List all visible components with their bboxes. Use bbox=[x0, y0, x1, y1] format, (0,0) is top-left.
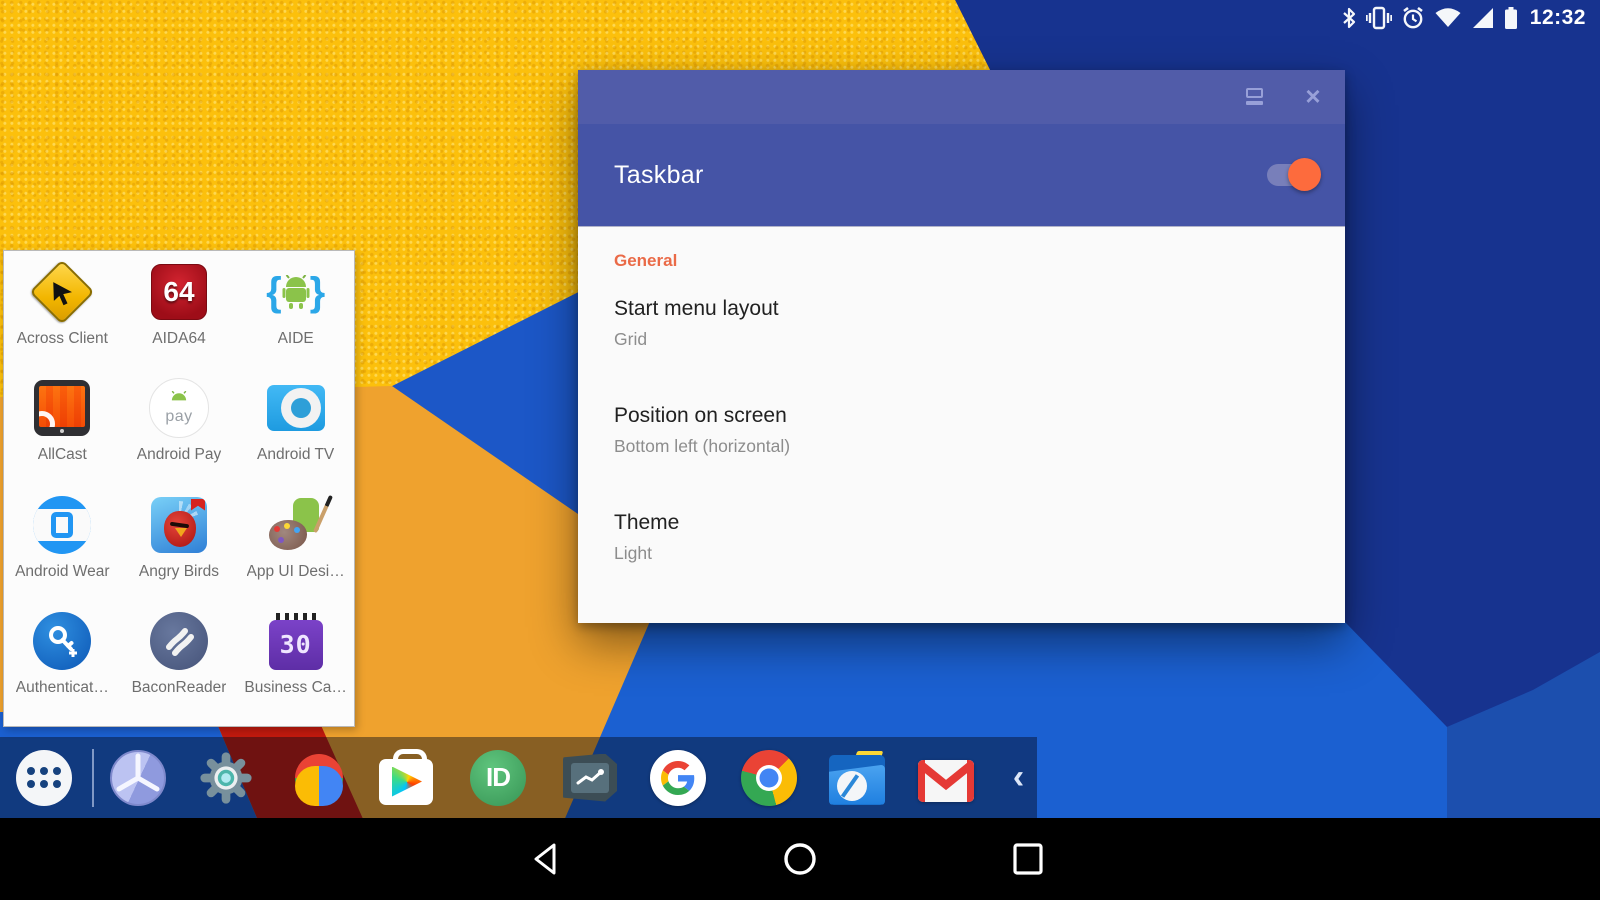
recents-button[interactable] bbox=[1010, 841, 1046, 877]
app-android-wear[interactable]: Android Wear bbox=[4, 494, 121, 608]
wifi-icon bbox=[1434, 6, 1462, 30]
taskbar-service-toggle[interactable] bbox=[1267, 164, 1317, 186]
pref-value: Bottom left (horizontal) bbox=[614, 436, 790, 457]
angry-birds-icon bbox=[151, 497, 207, 553]
pushbullet-icon: ID bbox=[470, 750, 526, 806]
start-button[interactable] bbox=[16, 750, 72, 806]
taskbar-divider bbox=[92, 749, 94, 807]
chrome-icon bbox=[741, 750, 797, 806]
business-calendar-icon: 30 bbox=[269, 620, 323, 670]
section-header-general: General bbox=[614, 251, 677, 271]
android-pay-icon: pay bbox=[149, 378, 209, 438]
pref-theme[interactable]: Theme Light bbox=[614, 511, 679, 564]
taskbar-app-gmail[interactable] bbox=[918, 750, 974, 806]
brace-right: } bbox=[310, 272, 326, 312]
app-android-pay[interactable]: pay Android Pay bbox=[121, 377, 238, 491]
calendar-date: 30 bbox=[280, 630, 312, 659]
signal-icon bbox=[1471, 6, 1495, 30]
app-label: Business Ca… bbox=[244, 679, 347, 697]
toggle-thumb bbox=[1288, 158, 1321, 191]
app-angry-birds[interactable]: Angry Birds bbox=[121, 494, 238, 608]
brace-left: { bbox=[266, 272, 282, 312]
app-allcast[interactable]: AllCast bbox=[4, 377, 121, 491]
app-aida64[interactable]: 64 AIDA64 bbox=[121, 261, 238, 375]
app-android-tv[interactable]: Android TV bbox=[237, 377, 354, 491]
app-label: AIDA64 bbox=[152, 330, 205, 348]
aida64-icon: 64 bbox=[151, 264, 207, 320]
page-title: Taskbar bbox=[614, 161, 704, 190]
google-photos-icon bbox=[291, 750, 347, 806]
android-robot bbox=[282, 275, 310, 309]
android-tv-icon bbox=[267, 385, 325, 431]
taskbar-collapse-button[interactable]: ‹ bbox=[1000, 737, 1037, 818]
taskbar-app-photos[interactable] bbox=[291, 750, 347, 806]
app-label: Across Client bbox=[17, 330, 108, 348]
start-menu-app-grid: Across Client 64 AIDA64 { } AIDE AllCast bbox=[3, 250, 355, 727]
taskbar-app-google[interactable] bbox=[650, 750, 706, 806]
app-authenticator[interactable]: Authenticat… bbox=[4, 610, 121, 724]
baconreader-icon bbox=[150, 612, 208, 670]
app-label: Android Pay bbox=[137, 446, 221, 464]
android-wear-icon bbox=[33, 496, 91, 554]
pref-position-on-screen[interactable]: Position on screen Bottom left (horizont… bbox=[614, 404, 790, 457]
window-toolbar: Taskbar bbox=[578, 124, 1345, 226]
app-label: Android TV bbox=[257, 446, 334, 464]
aide-icon: { } bbox=[266, 272, 325, 312]
taskbar-app-play-store[interactable] bbox=[378, 750, 434, 806]
app-label: AllCast bbox=[38, 446, 87, 464]
window-caption-bar[interactable]: × bbox=[578, 70, 1345, 124]
app-label: Android Wear bbox=[15, 563, 109, 581]
pref-title: Theme bbox=[614, 511, 679, 535]
alarm-icon bbox=[1401, 6, 1425, 30]
app-aide[interactable]: { } AIDE bbox=[237, 261, 354, 375]
taskbar-app-pushbullet[interactable]: ID bbox=[470, 750, 526, 806]
status-bar: 12:32 bbox=[1341, 0, 1586, 36]
gmail-icon bbox=[918, 760, 974, 802]
app-label: BaconReader bbox=[132, 679, 227, 697]
restore-window-icon[interactable] bbox=[1245, 87, 1265, 107]
app-grid-icon bbox=[16, 750, 72, 806]
play-store-icon bbox=[379, 759, 433, 805]
taskbar-app-chrome[interactable] bbox=[741, 750, 797, 806]
google-g-icon bbox=[650, 750, 706, 806]
authenticator-icon bbox=[33, 612, 91, 670]
allcast-icon bbox=[34, 380, 90, 436]
app-label: Authenticat… bbox=[16, 679, 109, 697]
app-app-ui-designer[interactable]: App UI Desi… bbox=[237, 494, 354, 608]
across-client-icon bbox=[30, 259, 95, 324]
bluetooth-icon bbox=[1341, 6, 1357, 30]
app-label: App UI Desi… bbox=[247, 563, 345, 581]
taskbar: ID bbox=[0, 737, 1000, 818]
pref-value: Grid bbox=[614, 329, 779, 350]
app-ui-designer-icon bbox=[265, 494, 327, 556]
taskbar-app-google-trends[interactable] bbox=[562, 750, 618, 806]
app-across-client[interactable]: Across Client bbox=[4, 261, 121, 375]
taskbar-settings-window: × Taskbar General Start menu layout Grid… bbox=[578, 70, 1345, 623]
pref-start-menu-layout[interactable]: Start menu layout Grid bbox=[614, 297, 779, 350]
taskbar-app-settings[interactable] bbox=[198, 750, 254, 806]
app-label: Angry Birds bbox=[139, 563, 219, 581]
app-baconreader[interactable]: BaconReader bbox=[121, 610, 238, 724]
taskbar-app-clock[interactable] bbox=[110, 750, 166, 806]
home-button[interactable] bbox=[782, 841, 818, 877]
pref-title: Position on screen bbox=[614, 404, 790, 428]
app-label: AIDE bbox=[278, 330, 314, 348]
chevron-left-icon: ‹ bbox=[1013, 758, 1024, 797]
navigation-bar bbox=[0, 818, 1600, 900]
solid-explorer-icon bbox=[829, 755, 885, 805]
pref-title: Start menu layout bbox=[614, 297, 779, 321]
taskbar-app-solid-explorer[interactable] bbox=[829, 750, 885, 806]
pay-word: pay bbox=[165, 408, 192, 426]
vibrate-icon bbox=[1366, 6, 1392, 30]
gear-icon bbox=[198, 749, 254, 807]
google-trends-icon bbox=[563, 754, 617, 802]
battery-icon bbox=[1504, 6, 1518, 30]
close-icon[interactable]: × bbox=[1303, 87, 1323, 107]
clock-icon bbox=[110, 750, 166, 806]
app-business-calendar[interactable]: 30 Business Ca… bbox=[237, 610, 354, 724]
clock-time: 12:32 bbox=[1530, 6, 1586, 30]
back-button[interactable] bbox=[528, 841, 564, 877]
pref-value: Light bbox=[614, 543, 679, 564]
settings-list: General Start menu layout Grid Position … bbox=[578, 226, 1345, 623]
